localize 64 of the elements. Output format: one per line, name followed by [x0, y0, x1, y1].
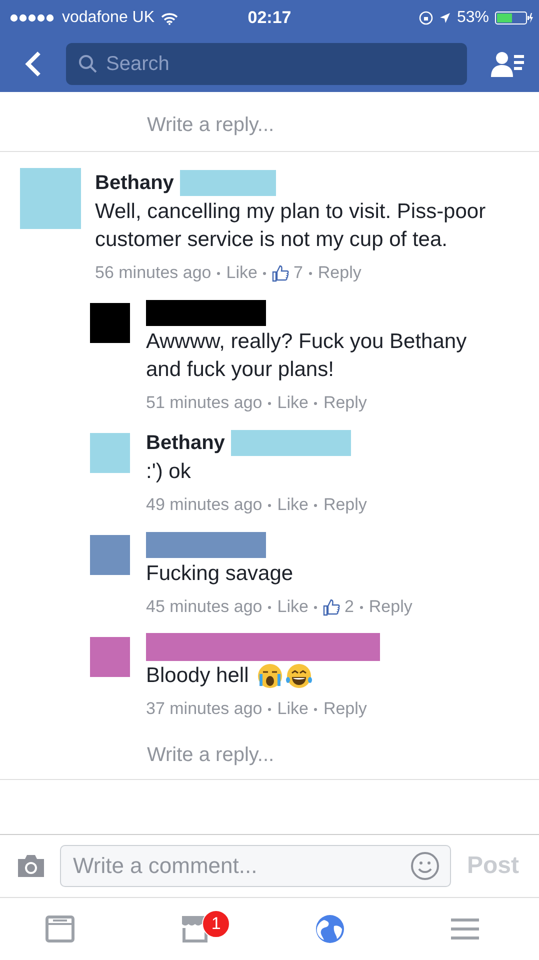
reply-link[interactable]: Reply — [368, 597, 412, 617]
separator-dot — [314, 402, 318, 404]
comment-placeholder: Write a comment... — [73, 853, 258, 879]
separator-dot — [268, 606, 272, 608]
crying-face-icon — [256, 663, 283, 689]
like-link[interactable]: Like — [277, 393, 308, 413]
comment-field[interactable]: Write a comment... — [60, 845, 451, 887]
comment-text: Awwww, really? Fuck you Bethany and fuck your plans! — [146, 329, 468, 383]
like-count: 7 — [293, 263, 303, 283]
like-link[interactable]: Like — [226, 263, 258, 283]
like-count: 2 — [344, 597, 354, 617]
reply-link[interactable]: Reply — [323, 495, 367, 515]
news-feed-icon — [45, 915, 76, 943]
timestamp: 51 minutes ago — [146, 393, 262, 413]
reply-link[interactable]: Reply — [318, 263, 362, 283]
comment-text: :') ok — [146, 459, 191, 485]
comment-text: Well, cancelling my plan to visit. Piss-poor customer service is not my cup of tea. — [95, 199, 487, 253]
battery-icon — [495, 11, 533, 25]
separator-dot — [268, 504, 272, 506]
commenter-name: Bethany — [95, 172, 174, 194]
reply-field[interactable]: Write a reply... — [0, 722, 539, 780]
separator-dot — [360, 606, 363, 608]
timestamp: 45 minutes ago — [146, 597, 262, 617]
clock-time: 02:17 — [248, 8, 292, 28]
separator-dot — [308, 272, 312, 274]
laughing-face-icon — [284, 663, 313, 689]
search-field[interactable]: Search — [66, 43, 467, 85]
carrier-name: vodafone UK — [62, 9, 155, 27]
camera-icon[interactable] — [16, 853, 46, 879]
location-arrow-icon — [438, 12, 451, 24]
separator-dot — [217, 272, 220, 274]
friends-list-icon[interactable] — [491, 50, 525, 78]
timestamp: 56 minutes ago — [95, 263, 212, 283]
notification-badge: 1 — [202, 910, 230, 938]
rotation-lock-icon — [418, 11, 433, 25]
wifi-icon — [160, 12, 178, 24]
signal-icon — [10, 14, 56, 22]
reply-link[interactable]: Reply — [323, 393, 367, 413]
like-link[interactable]: Like — [277, 495, 308, 515]
like-link[interactable]: Like — [277, 699, 308, 719]
search-icon — [78, 54, 98, 74]
menu-icon — [450, 917, 480, 941]
reply-link[interactable]: Reply — [323, 699, 367, 719]
separator-dot — [314, 708, 318, 710]
comment-text: Bloody hell — [146, 663, 249, 689]
comment-text: Fucking savage — [146, 561, 294, 587]
timestamp: 49 minutes ago — [146, 495, 262, 515]
thumbs-up-icon — [323, 598, 340, 616]
separator-dot — [268, 402, 272, 404]
smiley-icon[interactable] — [410, 851, 440, 881]
globe-icon — [314, 914, 345, 944]
battery-percent: 53% — [456, 9, 489, 27]
tab[interactable]: 1 — [174, 910, 230, 948]
back-icon[interactable] — [24, 50, 42, 78]
commenter-name: Bethany — [146, 432, 225, 454]
separator-dot — [263, 272, 266, 274]
separator-dot — [314, 504, 318, 506]
separator-dot — [268, 708, 272, 710]
timestamp: 37 minutes ago — [146, 699, 262, 719]
separator-dot — [314, 606, 318, 608]
like-link[interactable]: Like — [277, 597, 308, 617]
thumbs-up-icon — [272, 264, 290, 282]
search-placeholder: Search — [106, 52, 170, 76]
reply-field[interactable]: Write a reply... — [0, 92, 539, 152]
